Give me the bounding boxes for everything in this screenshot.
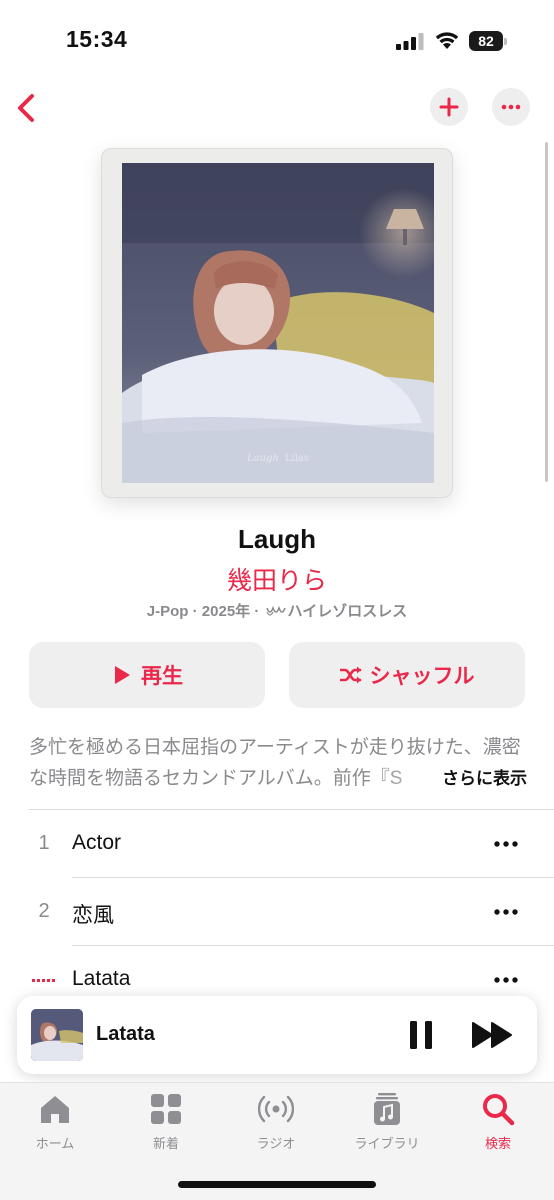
now-playing-indicator-icon: [32, 979, 55, 982]
track-title: 恋風: [72, 904, 114, 927]
tab-home[interactable]: ホーム: [5, 1091, 105, 1153]
status-time: 15:34: [66, 26, 128, 52]
cellular-signal-icon: [396, 33, 424, 50]
album-quality: ハイレゾロスレス: [287, 603, 408, 620]
track-number: 2: [38, 900, 50, 922]
shuffle-button[interactable]: シャッフル: [289, 642, 525, 708]
track-title: Latata: [72, 967, 131, 990]
play-button[interactable]: 再生: [29, 642, 265, 708]
tab-new[interactable]: 新着: [116, 1091, 216, 1153]
track-more-icon[interactable]: [492, 834, 520, 854]
add-to-library-button[interactable]: [430, 88, 468, 126]
track-title: Actor: [72, 831, 122, 854]
home-indicator[interactable]: [178, 1181, 376, 1188]
next-track-button[interactable]: [471, 1020, 515, 1050]
play-label: 再生: [141, 665, 183, 688]
more-options-button[interactable]: [492, 88, 530, 126]
shuffle-icon: [339, 666, 361, 684]
back-button[interactable]: [8, 86, 48, 130]
plus-icon: [439, 97, 459, 117]
artwork-label: Lilas: [284, 453, 310, 464]
artwork-caption: Laugh Lilas: [122, 453, 434, 464]
album-artwork-photo: Laugh Lilas: [122, 163, 434, 483]
chevron-left-icon: [18, 94, 34, 122]
pause-button[interactable]: [407, 1019, 435, 1051]
artwork-signature: Laugh: [246, 453, 279, 464]
pause-icon: [410, 1021, 432, 1049]
tab-library[interactable]: ライブラリ: [337, 1091, 437, 1153]
battery-indicator: 82: [469, 31, 507, 51]
house-icon: [41, 1096, 69, 1123]
track-row[interactable]: 1 Actor: [0, 810, 554, 878]
wifi-icon: [435, 32, 459, 49]
ellipsis-icon: [501, 104, 521, 110]
track-more-icon[interactable]: [492, 970, 520, 990]
status-bar: 15:34 82: [0, 0, 554, 80]
forward-icon: [472, 1022, 512, 1048]
tab-search[interactable]: 検索: [448, 1091, 548, 1153]
tab-radio[interactable]: ラジオ: [226, 1091, 326, 1153]
tab-label: 検索: [484, 1136, 511, 1151]
search-icon: [483, 1094, 515, 1126]
album-genre-year: J-Pop · 2025年 ·: [146, 603, 264, 620]
mini-player[interactable]: Latata: [17, 996, 537, 1074]
battery-level: 82: [469, 31, 503, 51]
track-more-icon[interactable]: [492, 902, 520, 922]
track-row[interactable]: 2 恋風: [0, 878, 554, 946]
album-title: Laugh: [238, 524, 316, 554]
tab-label: ライブラリ: [354, 1136, 420, 1151]
hi-res-lossless-icon: [265, 605, 286, 616]
play-icon: [115, 666, 130, 684]
tab-label: ホーム: [35, 1136, 75, 1151]
radio-icon: [258, 1095, 294, 1123]
scroll-indicator[interactable]: [545, 142, 548, 482]
mini-player-title: Latata: [96, 1023, 155, 1045]
show-more-button[interactable]: さらに表示: [440, 763, 527, 794]
library-icon: [374, 1093, 400, 1125]
battery-cap: [504, 38, 507, 45]
album-meta: J-Pop · 2025年 · ハイレゾロスレス: [0, 600, 554, 621]
album-artist-link[interactable]: 幾田りら: [0, 561, 554, 597]
grid-icon: [151, 1094, 181, 1124]
track-number: 1: [38, 832, 50, 854]
tab-label: 新着: [152, 1136, 179, 1151]
shuffle-label: シャッフル: [369, 665, 475, 688]
tab-label: ラジオ: [256, 1136, 296, 1151]
album-artwork: Laugh Lilas: [101, 148, 453, 498]
mini-player-artwork: [31, 1009, 83, 1061]
